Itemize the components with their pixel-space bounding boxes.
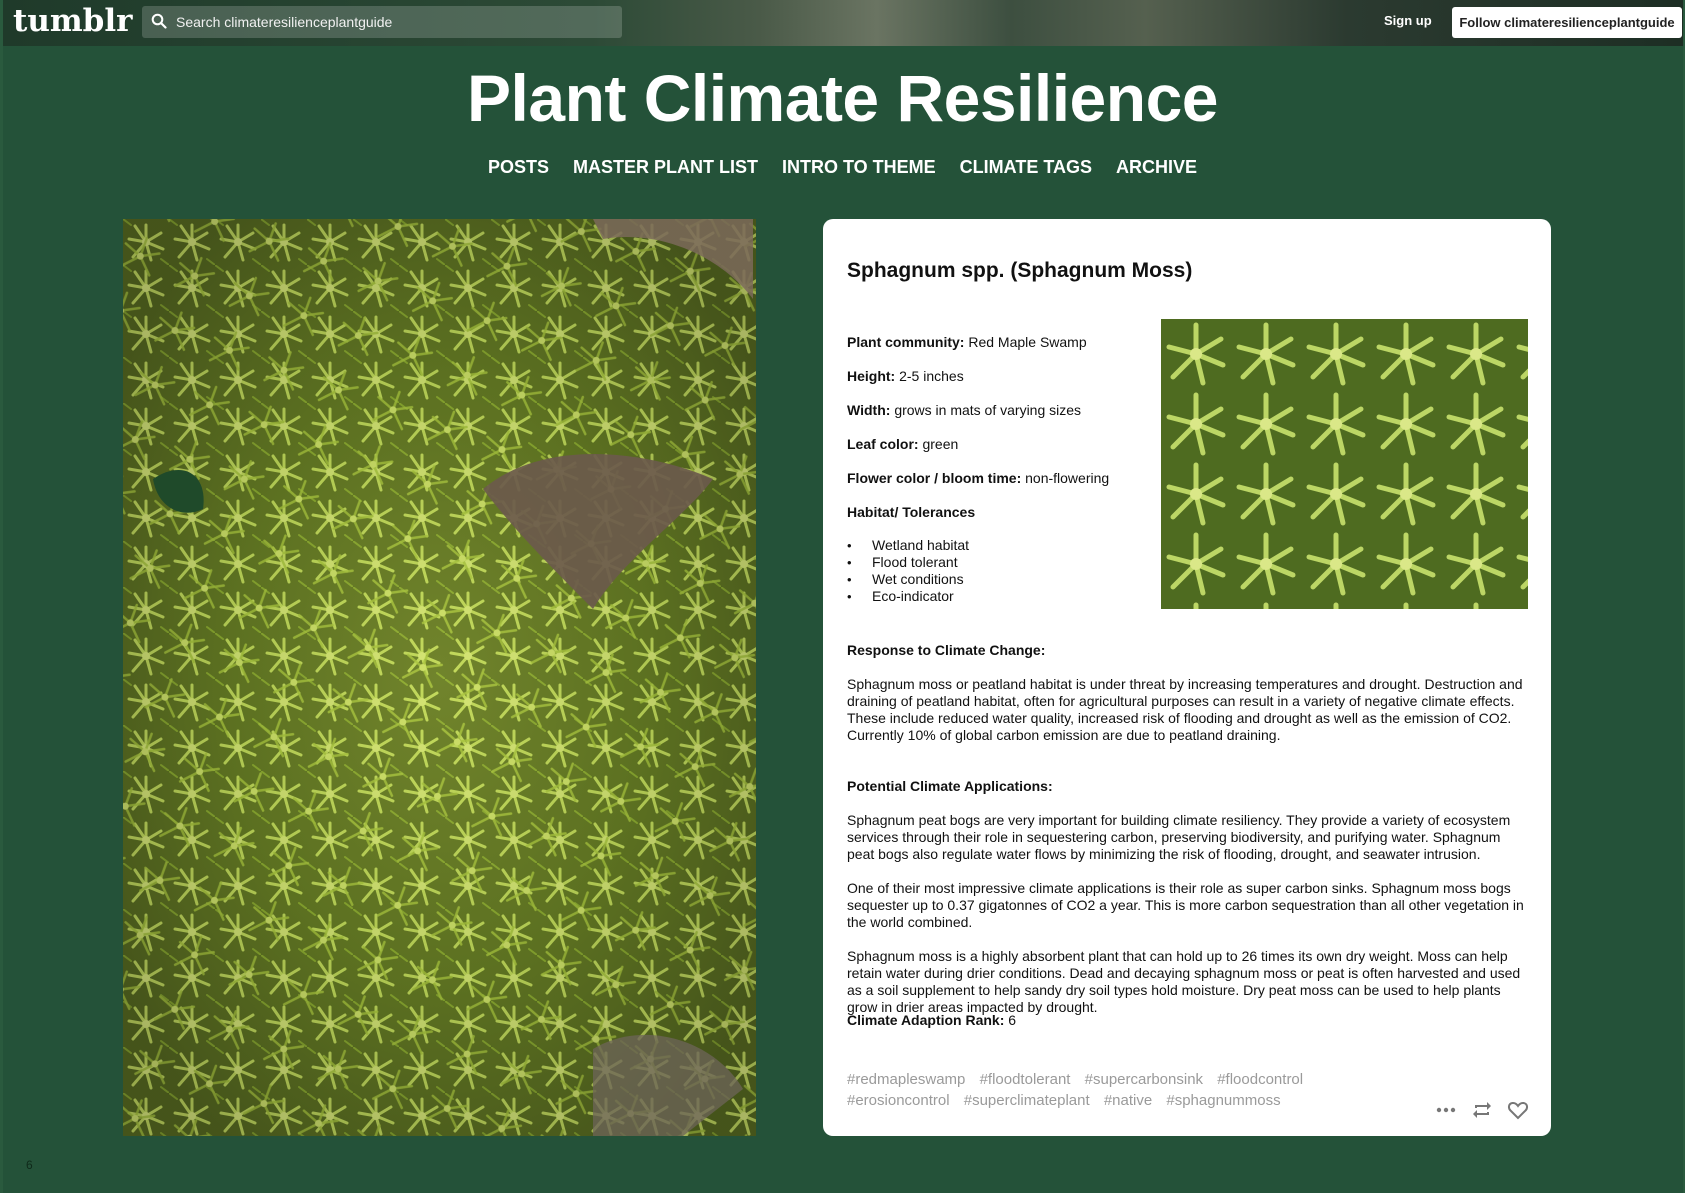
applications-paragraph-1: Sphagnum peat bogs are very important fo… xyxy=(847,812,1511,862)
list-item: Flood tolerant xyxy=(847,554,1147,571)
main-moss-photo[interactable] xyxy=(123,219,756,1136)
fact-label: Flower color / bloom time: xyxy=(847,470,1022,486)
search-input[interactable] xyxy=(176,12,606,32)
post-tags: #redmapleswamp #floodtolerant #supercarb… xyxy=(847,1069,1367,1111)
applications-heading: Potential Climate Applications: xyxy=(847,778,1053,794)
fact-value: non-flowering xyxy=(1025,470,1110,486)
list-item: Wet conditions xyxy=(847,571,1147,588)
main-nav: POSTS MASTER PLANT LIST INTRO TO THEME C… xyxy=(0,157,1685,178)
fact-label: Habitat/ Tolerances xyxy=(847,504,976,520)
fact-height: Height: 2-5 inches xyxy=(847,367,1147,385)
response-heading: Response to Climate Change: xyxy=(847,642,1046,658)
rank-value: 6 xyxy=(1008,1012,1017,1028)
signup-link[interactable]: Sign up xyxy=(1384,13,1432,28)
fact-leaf-color: Leaf color: green xyxy=(847,435,1147,453)
fact-value: 2-5 inches xyxy=(899,368,964,384)
nav-archive[interactable]: ARCHIVE xyxy=(1116,157,1197,178)
fact-value: Red Maple Swamp xyxy=(968,334,1087,350)
reblog-icon[interactable] xyxy=(1471,1099,1493,1121)
tag-link[interactable]: #redmapleswamp xyxy=(847,1069,965,1090)
tag-link[interactable]: #floodcontrol xyxy=(1217,1069,1303,1090)
moss-closeup-graphic xyxy=(1161,319,1528,609)
fact-value: grows in mats of varying sizes xyxy=(894,402,1082,418)
more-options-icon[interactable] xyxy=(1435,1099,1457,1121)
nav-posts[interactable]: POSTS xyxy=(488,157,549,178)
tag-link[interactable]: #floodtolerant xyxy=(980,1069,1071,1090)
habitat-list: Wetland habitat Flood tolerant Wet condi… xyxy=(847,537,1147,605)
fact-label: Plant community: xyxy=(847,334,965,350)
tag-link[interactable]: #erosioncontrol xyxy=(847,1090,950,1111)
tag-link[interactable]: #superclimateplant xyxy=(964,1090,1090,1111)
climate-adaption-rank: Climate Adaption Rank: 6 xyxy=(847,1012,1016,1028)
tag-link[interactable]: #sphagnummoss xyxy=(1166,1090,1280,1111)
applications-paragraph-3: Sphagnum moss is a highly absorbent plan… xyxy=(847,948,1521,1015)
fact-label: Height: xyxy=(847,368,896,384)
fact-plant-community: Plant community: Red Maple Swamp xyxy=(847,333,1147,351)
moss-closeup-photo[interactable] xyxy=(1161,319,1528,609)
top-bar: tumblr Sign up Follow climateresiliencep… xyxy=(3,0,1683,46)
list-item: Eco-indicator xyxy=(847,588,1147,605)
tumblr-logo[interactable]: tumblr xyxy=(13,3,132,39)
follow-button[interactable]: Follow climateresilienceplantguide xyxy=(1452,7,1682,38)
fact-label: Width: xyxy=(847,402,891,418)
nav-master-plant-list[interactable]: MASTER PLANT LIST xyxy=(573,157,758,178)
site-title[interactable]: Plant Climate Resilience xyxy=(0,60,1685,136)
fact-habitat-heading: Habitat/ Tolerances xyxy=(847,503,1147,521)
fact-value: green xyxy=(922,436,959,452)
search-box[interactable] xyxy=(142,6,622,38)
search-icon xyxy=(151,13,167,29)
nav-climate-tags[interactable]: CLIMATE TAGS xyxy=(960,157,1092,178)
fact-flower-color: Flower color / bloom time: non-flowering xyxy=(847,469,1147,487)
fact-label: Leaf color: xyxy=(847,436,919,452)
plant-facts: Plant community: Red Maple Swamp Height:… xyxy=(847,333,1147,605)
fact-width: Width: grows in mats of varying sizes xyxy=(847,401,1147,419)
page-number: 6 xyxy=(26,1158,33,1172)
tag-link[interactable]: #supercarbonsink xyxy=(1085,1069,1203,1090)
nav-intro-to-theme[interactable]: INTRO TO THEME xyxy=(782,157,936,178)
response-text: Sphagnum moss or peatland habitat is und… xyxy=(847,676,1523,743)
list-item: Wetland habitat xyxy=(847,537,1147,554)
post-title: Sphagnum spp. (Sphagnum Moss) xyxy=(847,259,1193,282)
heart-icon[interactable] xyxy=(1507,1099,1529,1121)
post-card: Sphagnum spp. (Sphagnum Moss) Plant comm… xyxy=(823,219,1551,1136)
rank-label: Climate Adaption Rank: xyxy=(847,1012,1005,1028)
applications-paragraph-2: One of their most impressive climate app… xyxy=(847,880,1524,930)
moss-photo-graphic xyxy=(123,219,756,1136)
tag-link[interactable]: #native xyxy=(1104,1090,1152,1111)
post-actions xyxy=(1435,1099,1529,1121)
